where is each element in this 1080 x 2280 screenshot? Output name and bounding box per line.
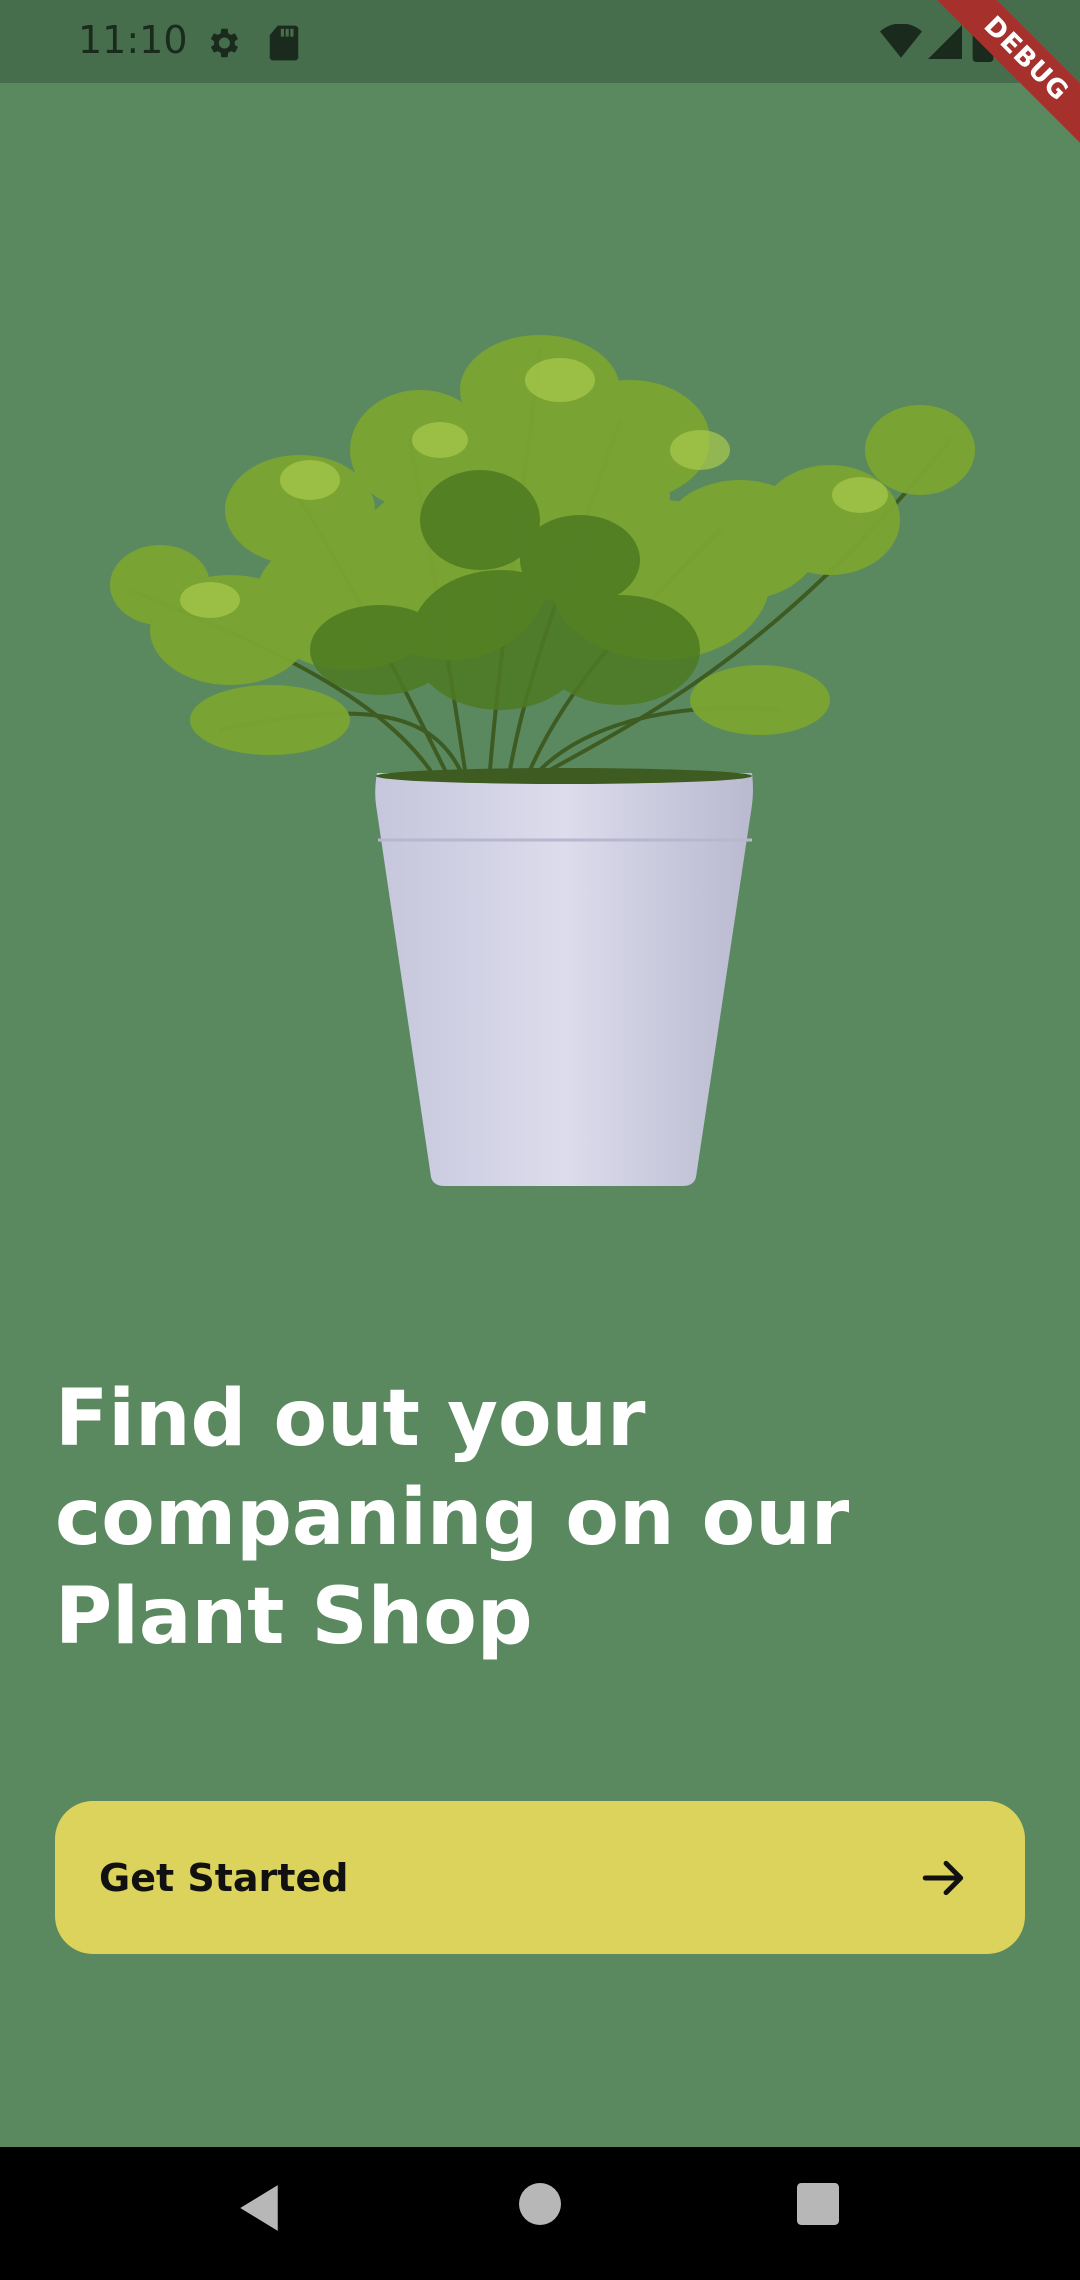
- headline: Find out your companing on our Plant Sho…: [55, 1374, 850, 1662]
- debug-label: DEBUG: [920, 0, 1080, 160]
- sd-card-icon: [269, 25, 299, 61]
- wifi-icon: [880, 24, 922, 58]
- plant-pot: [375, 768, 753, 1186]
- gear-icon: [210, 28, 239, 58]
- recents-icon[interactable]: [797, 2183, 839, 2225]
- debug-ribbon: DEBUG: [920, 0, 1080, 160]
- plant-foliage: [110, 335, 975, 772]
- potted-plant-illustration: [110, 335, 975, 1186]
- home-icon[interactable]: [519, 2183, 561, 2225]
- get-started-label: Get Started: [99, 1855, 349, 1900]
- arrow-right-icon: [922, 1860, 964, 1895]
- navigation-bar: [0, 2147, 1080, 2280]
- status-time: 11:10: [78, 18, 188, 62]
- back-icon[interactable]: [236, 2183, 282, 2233]
- get-started-button[interactable]: Get Started: [55, 1801, 1025, 1954]
- status-bar: 11:10: [0, 0, 1080, 83]
